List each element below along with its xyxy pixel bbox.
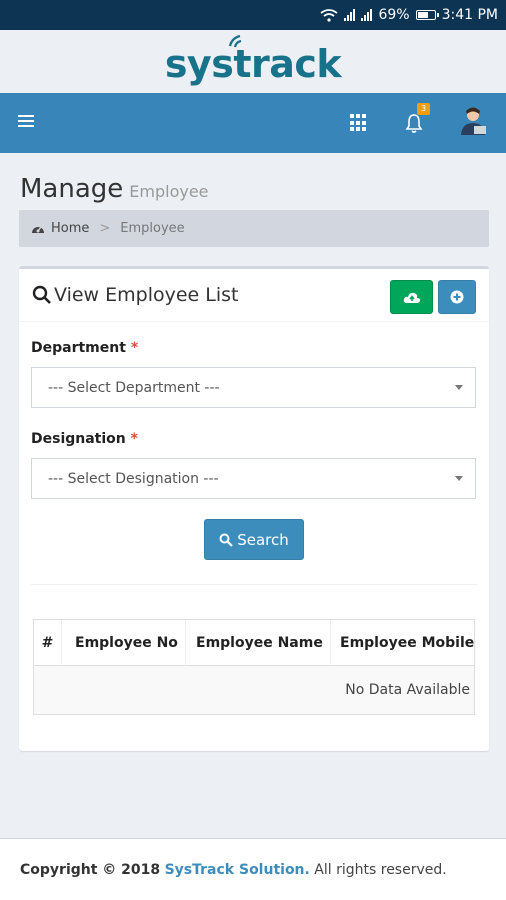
employee-list-box: View Employee List Department * --- Sele… — [19, 266, 489, 751]
notification-badge: 3 — [417, 103, 430, 115]
systrack-logo: systrack — [164, 34, 342, 86]
plus-circle-icon — [450, 290, 464, 304]
employee-table[interactable]: # Employee No Employee Name Employee Mob… — [33, 619, 475, 715]
designation-select[interactable]: --- Select Designation --- — [31, 458, 476, 499]
search-icon — [219, 533, 233, 547]
battery-fill — [417, 12, 428, 18]
battery-icon — [415, 10, 439, 20]
department-label: Department * — [31, 340, 138, 356]
search-icon — [32, 285, 51, 304]
cloud-upload-icon — [403, 292, 420, 303]
column-header-index: # — [34, 620, 62, 666]
add-employee-button[interactable] — [438, 280, 476, 314]
signal-icon — [344, 9, 356, 21]
department-select[interactable]: --- Select Department --- — [31, 367, 476, 408]
chevron-down-icon — [455, 385, 463, 390]
designation-label: Designation * — [31, 431, 138, 447]
box-title-text: View Employee List — [54, 284, 239, 306]
column-header-employee-mobile: Employee Mobile — [340, 635, 475, 651]
grid-icon[interactable] — [350, 114, 368, 132]
wifi-icon — [320, 8, 338, 22]
designation-select-value: --- Select Designation --- — [48, 470, 219, 487]
department-label-text: Department — [31, 340, 126, 356]
box-header: View Employee List — [19, 269, 489, 322]
search-button-label: Search — [237, 530, 289, 549]
required-mark: * — [130, 431, 138, 447]
hamburger-icon[interactable] — [18, 115, 34, 129]
column-header-employee-name: Employee Name — [186, 620, 331, 666]
logo-text: systrack — [164, 41, 342, 86]
chevron-down-icon — [455, 476, 463, 481]
box-title: View Employee List — [32, 284, 238, 306]
footer: Copyright © 2018 SysTrack Solution. All … — [0, 838, 506, 900]
top-navbar — [0, 93, 506, 153]
status-bar: 69% 3:41 PM — [0, 0, 506, 30]
clock: 3:41 PM — [441, 7, 498, 23]
upload-button[interactable] — [390, 280, 433, 314]
footer-company-link[interactable]: SysTrack Solution. — [165, 862, 310, 878]
divider — [31, 584, 477, 585]
required-mark: * — [130, 340, 139, 356]
page-title-text: Manage — [20, 174, 124, 204]
logo-bar: systrack — [0, 30, 506, 93]
search-button[interactable]: Search — [204, 519, 304, 560]
column-header-employee-no: Employee No — [62, 620, 186, 666]
breadcrumb-home[interactable]: Home — [51, 221, 89, 236]
avatar[interactable] — [458, 105, 488, 137]
battery-percent: 69% — [378, 7, 410, 23]
breadcrumb-current: Employee — [120, 221, 185, 236]
logo-signal-icon — [228, 34, 242, 47]
department-select-value: --- Select Department --- — [48, 379, 220, 396]
dashboard-icon — [32, 226, 44, 233]
breadcrumb: Home > Employee — [19, 210, 489, 247]
page-subtitle: Employee — [129, 182, 209, 201]
signal-icon-2 — [361, 9, 373, 21]
designation-label-text: Designation — [31, 431, 126, 447]
breadcrumb-separator: > — [99, 221, 111, 236]
empty-table-message: No Data Available — [34, 666, 474, 714]
footer-rights: All rights reserved. — [314, 862, 447, 878]
footer-copyright: Copyright © 2018 — [20, 862, 161, 878]
page-title: Manage Employee — [20, 174, 209, 204]
table-header: # Employee No Employee Name Employee Mob… — [34, 620, 475, 666]
